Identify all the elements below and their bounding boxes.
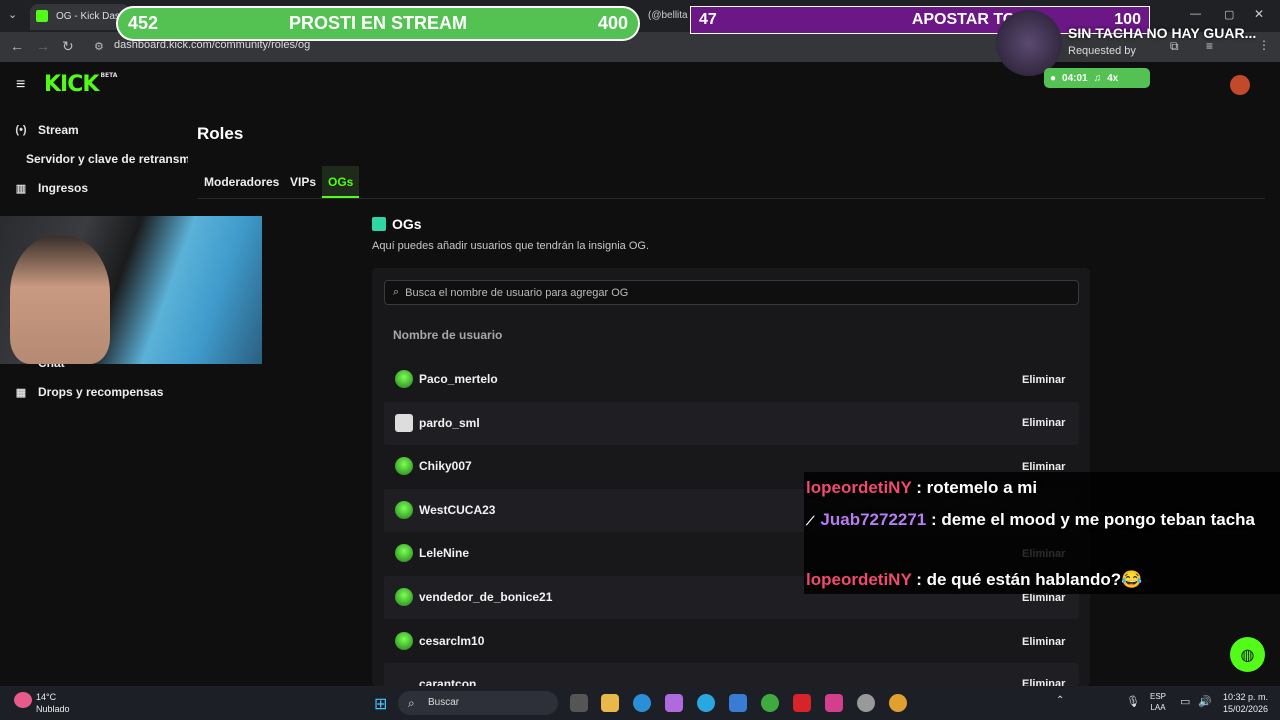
close-icon[interactable]: ✕ [1254,7,1264,21]
og-section-header: OGs [372,216,422,232]
xbox-icon[interactable] [761,694,779,712]
chrome-icon[interactable] [889,694,907,712]
table-row [384,620,1079,663]
taskbar-search[interactable]: Buscar [398,691,558,715]
og-title: OGs [392,216,422,232]
forward-icon[interactable]: → [36,38,50,54]
search-icon: ⌕ [408,696,415,710]
username: vendedor_de_bonice21 [419,590,553,604]
kick-logo[interactable]: KICK BETA [44,72,117,97]
sidebar-item-stream[interactable]: (•) Stream [14,123,78,137]
copilot-icon[interactable] [665,694,683,712]
username: pardo_sml [419,416,480,430]
edge-icon[interactable] [633,694,651,712]
obs-icon[interactable] [857,694,875,712]
search-placeholder: Busca el nombre de usuario para agregar … [405,286,629,299]
language-indicator[interactable]: ESP LAA [1150,691,1166,713]
streamer-figure [10,236,110,364]
chat-message: lopeordetiNY : de qué están hablando?😂 [806,570,1143,589]
username: Chiky007 [419,459,472,473]
reload-icon[interactable]: ↻ [62,38,74,55]
username: LeleNine [419,546,470,560]
chart-icon: ▥ [15,182,27,195]
column-header-username: Nombre de usuario [393,328,503,342]
tab-moderadores[interactable]: Moderadores [198,166,285,198]
remove-button[interactable]: Eliminar [1016,631,1070,653]
mic-icon[interactable]: 🎙 [1126,695,1140,708]
sidebar-item-ingresos[interactable]: ▥ Ingresos [14,181,88,195]
sidebar-item-stream-key[interactable]: Servidor y clave de retransm [26,152,188,166]
remove-button[interactable]: Eliminar [1016,412,1070,434]
tab-ogs[interactable]: OGs [322,166,360,198]
webcam-overlay [0,216,262,364]
poll-bar-left: 452 PROSTI EN STREAM 400 [116,6,640,41]
telegram-icon[interactable] [697,694,715,712]
broadcast-icon: (•) [15,124,27,136]
song-cover-art [996,10,1062,76]
username: WestCUCA23 [419,503,496,517]
search-input[interactable]: ⌕ Busca el nombre de usuario para agrega… [384,280,1079,305]
table-row [384,663,1079,686]
tab-vips[interactable]: VIPs [284,166,322,198]
instagram-icon[interactable] [825,694,843,712]
search-icon: ⌕ [393,286,400,298]
remove-button[interactable]: Eliminar [1016,369,1070,391]
username: Paco_mertelo [419,372,498,386]
remove-button[interactable]: Eliminar [1016,674,1070,690]
table-row [384,402,1079,445]
chat-message: ⟋ Juab7272271 : deme el mood y me pongo t… [806,510,1256,529]
user-avatar [395,588,413,606]
sidebar-item-drops[interactable]: ▦ Drops y recompensas [14,385,164,399]
user-avatar [395,370,413,388]
network-icon[interactable]: ▭ [1180,695,1190,708]
user-avatar [395,501,413,519]
song-info-pill: ● 04:01 ♫ 4x [1044,68,1150,88]
og-description: Aquí puedes añadir usuarios que tendrán … [372,240,650,252]
user-avatar [395,414,413,432]
tab-divider [197,198,1265,199]
page-title: Roles [197,124,244,143]
song-title: SIN TACHA NO HAY GUAR... [1068,25,1257,41]
user-avatar [395,632,413,650]
task-view-icon[interactable] [570,694,588,712]
gift-icon: ▦ [15,386,27,399]
wps-icon[interactable] [793,694,811,712]
start-icon[interactable]: ⊞ [374,694,387,714]
record-dot-icon: ● [1050,72,1057,84]
hamburger-menu-icon[interactable]: ≡ [16,76,25,94]
site-info-icon[interactable]: ⚙ [94,40,104,53]
chat-message: lopeordetiNY : rotemelo a mi [806,478,1038,497]
weather-icon [14,692,32,708]
song-requested-by: Requested by [1068,45,1136,57]
system-clock[interactable]: 10:32 p. m. 15/02/2026 [1220,691,1268,715]
pencil-icon: ⟋ [806,514,815,528]
username: cesarclm10 [419,634,485,648]
help-chat-button[interactable]: ◍ [1230,637,1265,672]
kick-favicon-icon [36,10,48,22]
maximize-icon[interactable]: ▢ [1224,8,1234,21]
back-icon[interactable]: ← [10,38,24,54]
user-avatar [395,544,413,562]
weather-widget[interactable]: 14°C Nublado [36,691,70,715]
minimize-icon[interactable]: — [1190,8,1201,20]
store-icon[interactable] [729,694,747,712]
tab-2-title[interactable]: (@bellita [648,10,688,21]
volume-icon[interactable]: 🔊 [1198,695,1212,708]
og-badge-icon [372,217,386,231]
reading-list-icon[interactable]: ≡ [1206,39,1213,53]
music-note-icon: ♫ [1093,72,1102,84]
user-avatar [395,457,413,475]
tab-list-icon[interactable]: ⌄ [8,8,17,21]
file-explorer-icon[interactable] [601,694,619,712]
extensions-icon[interactable]: ⧉ [1170,39,1179,54]
user-avatar[interactable] [1230,75,1250,95]
headset-icon: ◍ [1240,646,1255,664]
tray-chevron-icon[interactable]: ⌃ [1056,695,1064,706]
